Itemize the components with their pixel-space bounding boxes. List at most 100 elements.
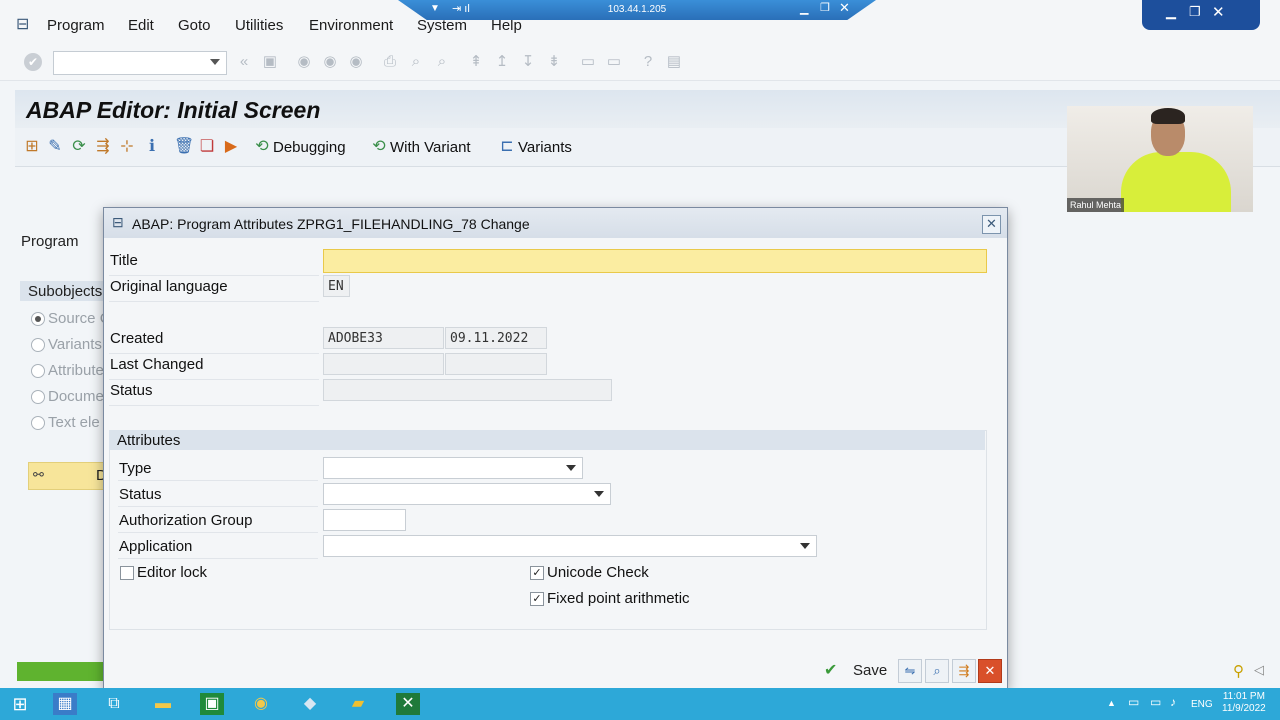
created-on-value: 09.11.2022 — [445, 327, 547, 349]
menu-goto[interactable]: Goto — [178, 17, 211, 34]
sap-menu-icon[interactable]: ⊟ — [16, 14, 29, 34]
status-help-icon[interactable]: ⚲ — [1233, 662, 1244, 680]
prev-page-icon: ↥ — [495, 53, 509, 70]
status-collapse-icon[interactable]: ◁ — [1254, 662, 1264, 678]
radio-documentation[interactable] — [31, 390, 45, 404]
variants-icon[interactable]: ⊏ — [498, 138, 516, 156]
rdp-restore-icon[interactable]: ❐ — [820, 1, 830, 14]
chrome-icon[interactable]: ◉ — [249, 693, 273, 715]
cancel-button[interactable]: ✕ — [978, 659, 1002, 683]
status-value — [323, 379, 612, 401]
tray-network-icon[interactable]: ▭ — [1128, 695, 1139, 709]
chevron-down-icon — [800, 543, 810, 549]
webcam-name-label: Rahul Mehta — [1067, 198, 1125, 212]
display-button[interactable]: ⚯ D — [28, 462, 107, 490]
with-variant-icon[interactable]: ⟲ — [370, 138, 388, 156]
info-icon[interactable]: ℹ — [143, 138, 161, 156]
command-field[interactable] — [53, 51, 227, 75]
transfer-button[interactable]: ⇶ — [952, 659, 976, 683]
webcam-person-hair — [1151, 108, 1185, 124]
find-icon: ⌕ — [411, 53, 421, 70]
type-dropdown[interactable] — [323, 457, 583, 479]
close-icon[interactable]: ✕ — [1212, 3, 1225, 21]
sap-gui-icon[interactable]: ▰ — [346, 693, 370, 715]
input-language[interactable]: ENG — [1191, 699, 1213, 710]
sap-logon-icon[interactable]: ◆ — [298, 693, 322, 715]
radio-source-code[interactable] — [31, 312, 45, 326]
store-icon[interactable]: ▣ — [200, 693, 224, 715]
where-used-button[interactable]: ⌕ — [925, 659, 949, 683]
windows-start-icon[interactable]: ⊞ — [8, 693, 32, 715]
save-button[interactable]: ✔ Save — [824, 659, 888, 681]
taskbar — [0, 688, 1280, 720]
menu-program[interactable]: Program — [47, 17, 105, 34]
layout-menu-icon: ▤ — [666, 53, 682, 70]
copy-icon[interactable]: ❏ — [198, 138, 216, 156]
object-list-icon[interactable]: ⊞ — [23, 138, 41, 156]
status-label: Status — [110, 382, 153, 399]
execute-icon[interactable]: ▶ — [222, 138, 240, 156]
radio-variants[interactable] — [31, 338, 45, 352]
editor-lock-label: Editor lock — [137, 564, 208, 581]
chevron-down-icon — [594, 491, 604, 497]
where-used-icon[interactable]: ⊹ — [118, 138, 136, 156]
last-page-icon: ⇟ — [547, 53, 561, 70]
radio-label-text-elements: Text ele — [48, 414, 100, 431]
dialog-close-button[interactable]: ✕ — [982, 215, 1001, 234]
fixed-point-label: Fixed point arithmetic — [547, 590, 690, 607]
dialog-window-icon: ⊟ — [112, 214, 124, 230]
attributes-section-label: Attributes — [117, 432, 181, 449]
maximize-icon[interactable]: ❐ — [1189, 4, 1201, 20]
back-arrows-icon: « — [239, 53, 249, 70]
radio-attributes[interactable] — [31, 364, 45, 378]
clock-time: 11:01 PM — [1222, 691, 1265, 702]
minimize-icon[interactable]: ▁ — [1166, 4, 1176, 20]
taskbar-clock[interactable]: 11:01 PM 11/9/2022 — [1222, 691, 1266, 715]
status-dropdown[interactable] — [323, 483, 611, 505]
radio-text-elements[interactable] — [31, 416, 45, 430]
unicode-check-checkbox[interactable]: ✓ — [530, 566, 544, 580]
dialog-header[interactable]: ⊟ ABAP: Program Attributes ZPRG1_FILEHAN… — [104, 208, 1007, 238]
program-attributes-dialog: ⊟ ABAP: Program Attributes ZPRG1_FILEHAN… — [103, 207, 1008, 689]
checkmark-icon: ✔ — [824, 662, 838, 679]
rdp-close-icon[interactable]: ✕ — [839, 0, 850, 16]
attr-status-label: Status — [119, 486, 162, 503]
file-app-icon[interactable]: ▦ — [53, 693, 77, 715]
debugging-button[interactable]: Debugging — [273, 139, 346, 156]
menu-utilities[interactable]: Utilities — [235, 17, 283, 34]
tray-volume-icon[interactable]: ♪ — [1170, 695, 1176, 709]
application-label: Application — [119, 538, 193, 555]
radio-label-variants: Variants — [48, 336, 102, 353]
editor-lock-checkbox[interactable] — [120, 566, 134, 580]
tray-up-icon[interactable]: ▲ — [1107, 698, 1116, 708]
authorization-group-input[interactable] — [323, 509, 406, 531]
file-explorer-icon[interactable]: ▬ — [151, 693, 175, 715]
title-input[interactable] — [323, 249, 987, 273]
variants-button[interactable]: Variants — [518, 139, 572, 156]
tray-battery-icon[interactable]: ▭ — [1150, 695, 1161, 709]
authorization-group-label: Authorization Group — [119, 512, 253, 529]
check-syntax-button[interactable]: ⇋ — [898, 659, 922, 683]
system-toolbar: ✔ « ▣ ◉ ◉ ◉ ⎙ ⌕ ⌕ ⇞ ↥ ↧ ⇟ ▭ ▭ ? ▤ — [0, 46, 1280, 81]
debug-icon[interactable]: ⟲ — [253, 138, 271, 156]
application-dropdown[interactable] — [323, 535, 817, 557]
excel-icon[interactable]: ✕ — [396, 693, 420, 715]
check-icon[interactable]: ⟳ — [70, 138, 88, 156]
activate-icon[interactable]: ⇶ — [94, 138, 112, 156]
remote-desktop-icon[interactable]: ⧉ — [102, 693, 126, 715]
pencil-icon[interactable]: ✎ — [46, 138, 64, 156]
cancel-icon: ◉ — [349, 53, 363, 70]
created-by-value: ADOBE33 — [323, 327, 444, 349]
help-icon: ? — [643, 53, 653, 70]
menu-environment[interactable]: Environment — [309, 17, 393, 34]
with-variant-button[interactable]: With Variant — [390, 139, 471, 156]
first-page-icon: ⇞ — [469, 53, 483, 70]
menu-edit[interactable]: Edit — [128, 17, 154, 34]
fixed-point-checkbox[interactable]: ✓ — [530, 592, 544, 606]
rdp-minimize-icon[interactable]: ▁ — [800, 2, 808, 15]
enter-icon[interactable]: ✔ — [24, 53, 42, 71]
delete-icon[interactable]: 🗑 — [174, 138, 194, 156]
last-changed-on-value — [445, 353, 547, 375]
chevron-down-icon — [566, 465, 576, 471]
unicode-check-label: Unicode Check — [547, 564, 649, 581]
